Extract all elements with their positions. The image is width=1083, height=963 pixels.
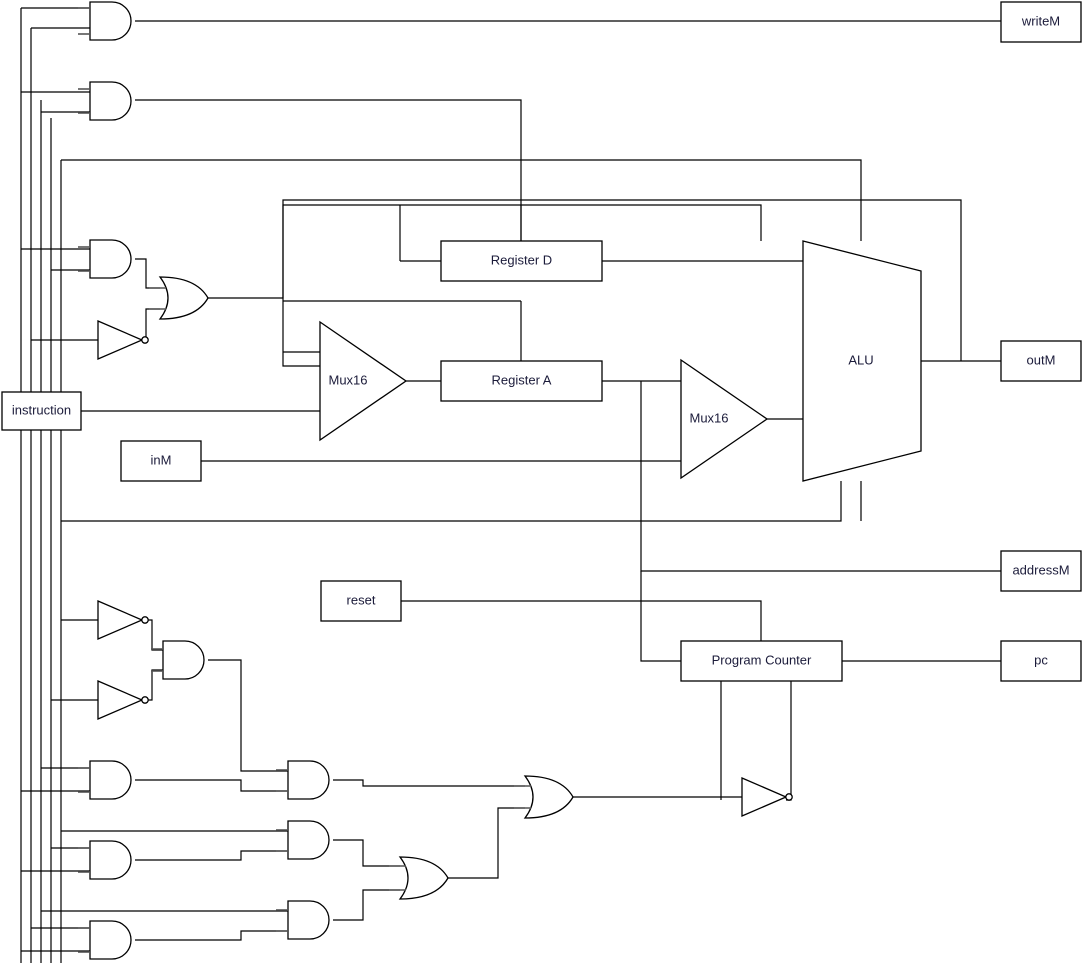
and-gate-jmp-a[interactable] [78,760,132,800]
or-gate-loada[interactable] [149,276,209,320]
wire-not-jlt-to-and [147,619,163,651]
alu-unit[interactable]: ALU [802,240,922,482]
port-outM-label: outM [1027,352,1056,367]
chip-register-d[interactable]: Register D [440,240,603,282]
program-counter-label: Program Counter [712,652,812,667]
wire-and-loadd-to-or [135,258,160,289]
register-a-label: Register A [492,372,552,387]
alu-label: ALU [848,352,873,367]
port-reset[interactable]: reset [320,580,402,622]
wire-not-jeq-to-and [147,669,163,701]
mux16-a-label: Mux16 [328,372,367,387]
port-outM[interactable]: outM [1000,340,1082,382]
port-instruction[interactable]: instruction [1,391,82,431]
component-layer: Mux16 Mux16 ALU Register D Register A Pr… [1,1,1082,960]
mux16-b-label: Mux16 [689,410,728,425]
not-gate-jlt[interactable] [97,600,149,640]
and-gate-writem[interactable] [78,1,132,41]
port-pc-label: pc [1034,652,1048,667]
port-writeM-label: writeM [1021,13,1060,28]
or-gate-jump-top[interactable] [514,775,574,819]
wire-and-jumpneg-out [208,659,288,772]
port-reset-label: reset [347,592,376,607]
chip-program-counter[interactable]: Program Counter [680,640,843,682]
wire-and-jmpe-out [135,930,288,941]
mux16-a[interactable]: Mux16 [319,320,408,442]
port-addressM-label: addressM [1012,562,1069,577]
and-gate-jmp-f[interactable] [276,760,330,800]
not-gate-a-instruction[interactable] [97,320,149,360]
mux16-b[interactable]: Mux16 [680,358,769,480]
or-gate-jump-mid[interactable] [389,856,449,900]
wire-and-loada-out [135,99,522,260]
not-gate-jeq[interactable] [97,680,149,720]
port-inM[interactable]: inM [120,440,202,482]
cpu-diagram-canvas: Mux16 Mux16 ALU Register D Register A Pr… [0,0,1083,963]
wire-reset-to-pc [401,600,762,641]
wire-and-jmpb-out [333,839,400,867]
and-gate-jmp-d[interactable] [276,900,330,940]
and-gate-jump-neg[interactable] [151,640,205,680]
register-d-label: Register D [491,252,552,267]
chip-register-a[interactable]: Register A [440,360,603,402]
port-writeM[interactable]: writeM [1000,1,1082,43]
wire-and-jmpc-out [135,850,288,861]
wire-mux16b-sel [61,481,842,522]
port-addressM[interactable]: addressM [1000,550,1082,592]
wire-and-jmpa-out [135,779,288,792]
port-inM-label: inM [151,452,172,467]
wire-or-loada-to-mux-sel [282,298,320,367]
port-pc[interactable]: pc [1000,640,1082,682]
and-gate-jmp-b[interactable] [276,820,330,860]
and-gate-loadd[interactable] [78,239,132,279]
wire-not-a-to-or [145,308,160,341]
and-gate-jmp-e[interactable] [78,920,132,960]
port-instruction-label: instruction [12,402,71,417]
wire-or-mid-to-or-top [448,807,525,879]
wire-pc-load-down [786,681,792,801]
and-gate-jmp-c[interactable] [78,840,132,880]
wire-and-jmpf-out [333,779,525,787]
not-gate-pc-inc[interactable] [741,777,793,817]
and-gate-loada[interactable] [78,81,132,121]
wire-layer [20,7,1001,963]
wire-regA-down-to-pc [640,571,681,662]
wire-and-jmpd-out [333,889,400,921]
circuit-diagram-svg: Mux16 Mux16 ALU Register D Register A Pr… [1,1,1082,963]
